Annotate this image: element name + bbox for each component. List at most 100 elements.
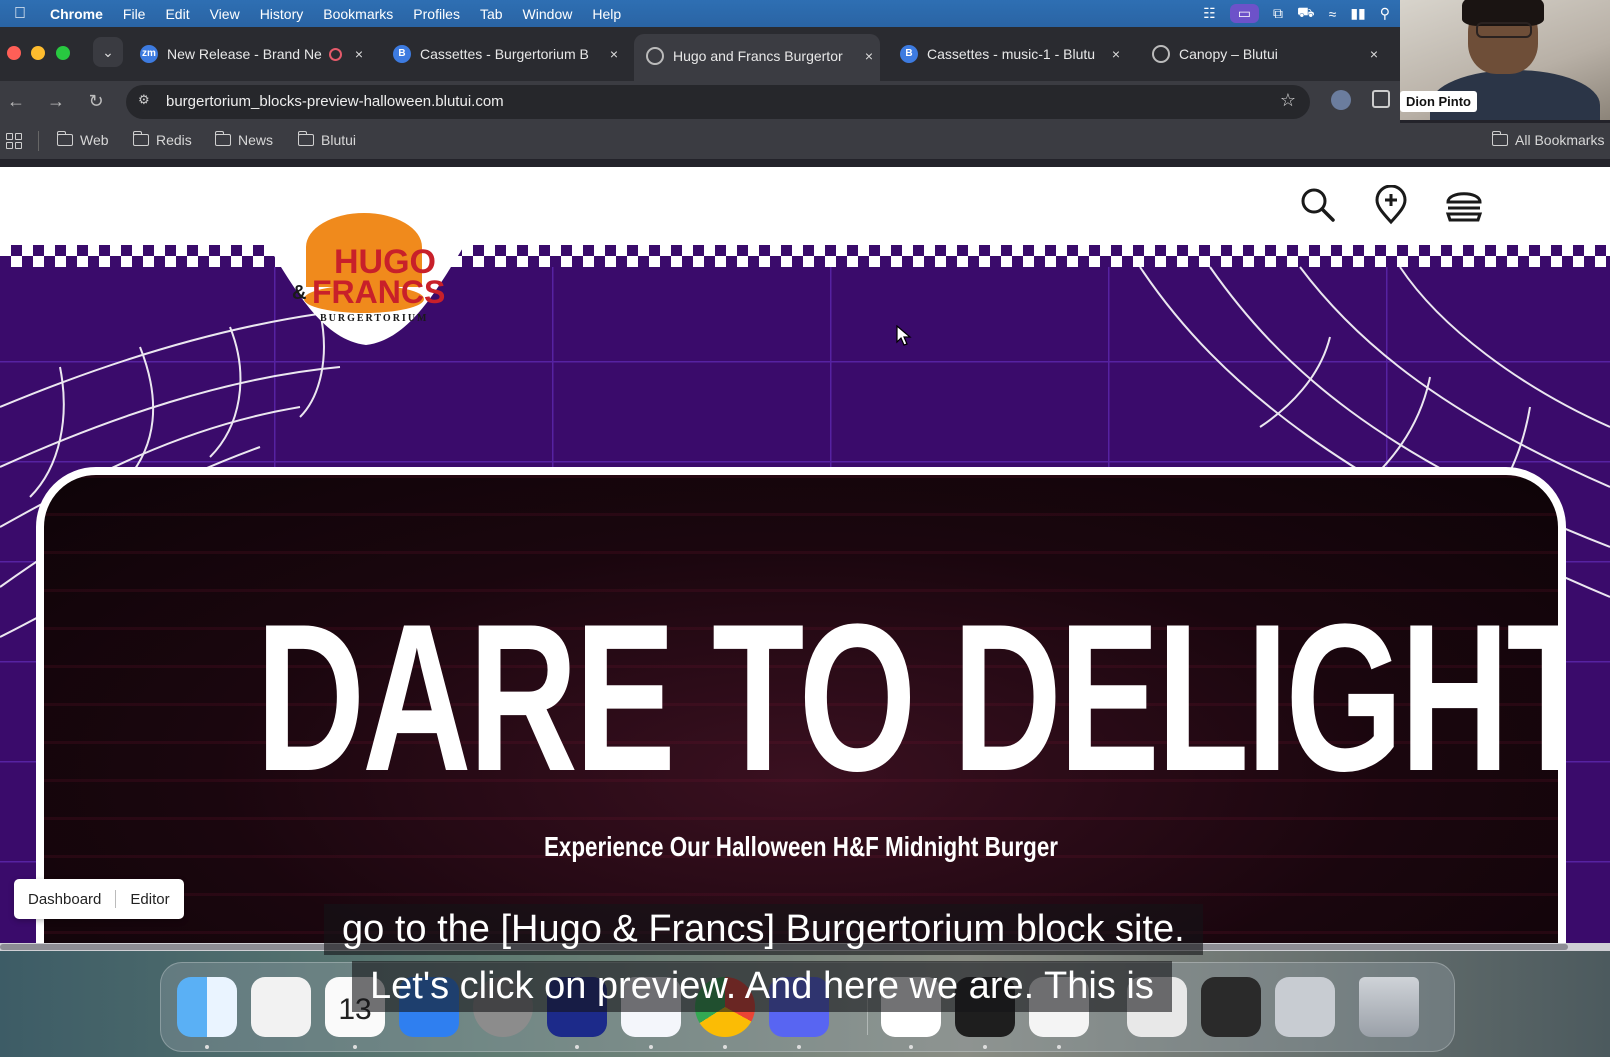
tab-new-release[interactable]: zm New Release - Brand Ne × (140, 40, 370, 68)
apps-grid-icon[interactable] (6, 133, 22, 149)
menu-view[interactable]: View (200, 6, 250, 22)
tab-hugo-and-francs-active[interactable]: Hugo and Francs Burgertor × (634, 34, 880, 81)
bookmark-folder-blutui[interactable]: Blutui (297, 131, 357, 148)
presenter-glasses (1476, 22, 1532, 38)
menu-help[interactable]: Help (582, 6, 631, 22)
tab-close-icon[interactable]: × (603, 46, 625, 62)
hero-subtitle: Experience Our Halloween H&F Midnight Bu… (543, 831, 1059, 862)
url-text[interactable]: burgertorium_blocks-preview-halloween.bl… (166, 93, 504, 110)
tab-title: Canopy – Blutui (1179, 46, 1278, 62)
blutui-favicon-icon: B (393, 45, 411, 63)
subtitle-line-2: Let's click on preview. And here we are.… (352, 961, 1172, 1012)
bookmark-label: News (238, 132, 274, 148)
forward-arrow-icon[interactable]: → (44, 89, 68, 113)
folder-icon (297, 131, 314, 146)
chrome-tabstrip: ⌄ zm New Release - Brand Ne × B Cassette… (0, 27, 1400, 81)
tab-close-icon[interactable]: × (348, 46, 370, 62)
bookmarks-bar: Web Redis News Blutui All Bookmarks (0, 123, 1610, 159)
running-indicator (909, 1045, 913, 1049)
tab-cassettes-burgertorium[interactable]: B Cassettes - Burgertorium B × (393, 40, 625, 68)
bookmark-folder-redis[interactable]: Redis (132, 131, 192, 148)
tab-close-icon[interactable]: × (858, 48, 880, 64)
mouse-cursor-icon (896, 325, 912, 346)
subtitle-line-1: go to the [Hugo & Francs] Burgertorium b… (324, 904, 1203, 955)
menu-profiles[interactable]: Profiles (403, 6, 470, 22)
window-zoom-button[interactable] (56, 46, 70, 60)
folder-icon (1491, 131, 1508, 146)
control-center-icon[interactable]: ☷ (1203, 5, 1216, 22)
minimized-window-icon[interactable] (1201, 977, 1261, 1037)
bookmarks-divider (38, 131, 39, 151)
menu-edit[interactable]: Edit (155, 6, 199, 22)
folder-icon (214, 131, 231, 146)
spotlight-search-icon[interactable]: ⚲ (1380, 5, 1390, 22)
window-close-button[interactable] (7, 46, 21, 60)
bookmark-label: Web (80, 132, 109, 148)
minimized-chrome-window-icon[interactable] (1275, 977, 1335, 1037)
hero-banner: DARE TO DELIGHT Experience Our Halloween… (36, 467, 1566, 943)
dashboard-button[interactable]: Dashboard (14, 891, 115, 908)
tab-title: New Release - Brand Ne (167, 46, 322, 62)
webcam-name-label: Dion Pinto (1400, 91, 1477, 112)
site-settings-icon[interactable]: ⚙ (138, 92, 156, 110)
bookmark-star-icon[interactable]: ☆ (1280, 90, 1296, 111)
bookmark-folder-news[interactable]: News (214, 131, 274, 148)
menu-app-chrome[interactable]: Chrome (40, 6, 113, 22)
folder-icon (132, 131, 149, 146)
running-indicator (797, 1045, 801, 1049)
car-icon[interactable]: ⛟ (1297, 4, 1315, 23)
menu-tab[interactable]: Tab (470, 6, 513, 22)
menu-bookmarks[interactable]: Bookmarks (313, 6, 403, 22)
editor-button[interactable]: Editor (116, 891, 183, 908)
back-arrow-icon[interactable]: ← (4, 89, 28, 113)
all-bookmarks-button[interactable]: All Bookmarks (1491, 131, 1605, 148)
hugo-francs-logo[interactable]: HUGO & FRANCS BURGERTORIUM (206, 207, 526, 357)
running-indicator (575, 1045, 579, 1049)
menubar-status-area: ☷ ▭ ⧉ ⛟ ≈ ▮▮ ⚲ (1203, 0, 1390, 27)
running-indicator (205, 1045, 209, 1049)
globe-favicon-icon (1152, 45, 1170, 63)
admin-toolbar: Dashboard Editor (14, 879, 184, 919)
menu-file[interactable]: File (113, 6, 156, 22)
zoom-favicon-icon: zm (140, 45, 158, 63)
tab-search-chevron-icon[interactable]: ⌄ (93, 37, 123, 67)
bookmark-label: All Bookmarks (1515, 132, 1605, 148)
bookmark-folder-web[interactable]: Web (56, 131, 109, 148)
logo-ampersand: & (292, 282, 306, 304)
apple-menu-icon[interactable]:  (0, 5, 40, 23)
tab-title: Hugo and Francs Burgertor (673, 47, 843, 64)
running-indicator (649, 1045, 653, 1049)
finder-icon[interactable] (177, 977, 237, 1037)
macos-menubar:  Chrome File Edit View History Bookmark… (0, 0, 1400, 27)
address-bar[interactable]: ⚙ burgertorium_blocks-preview-halloween.… (126, 85, 1310, 119)
folder-icon (56, 131, 73, 146)
blutui-favicon-icon: B (900, 45, 918, 63)
recording-indicator-icon (329, 47, 342, 61)
wifi-icon[interactable]: ≈ (1329, 6, 1337, 22)
launchpad-icon[interactable] (251, 977, 311, 1037)
reload-icon[interactable]: ↻ (84, 89, 108, 113)
tab-title: Cassettes - music-1 - Blutu (927, 46, 1096, 62)
hero-title: DARE TO DELIGHT (255, 580, 1566, 815)
window-minimize-button[interactable] (31, 46, 45, 60)
running-indicator (353, 1045, 357, 1049)
logo-text-francs: FRANCS (312, 274, 445, 310)
extensions-puzzle-icon[interactable] (1372, 90, 1390, 108)
tab-canopy-blutui[interactable]: Canopy – Blutui × (1152, 40, 1385, 68)
website-viewport: HUGO & FRANCS BURGERTORIUM DARE TO DELIG… (0, 167, 1610, 943)
extension-icon[interactable] (1331, 90, 1351, 110)
tab-close-icon[interactable]: × (1105, 46, 1127, 62)
tab-title: Cassettes - Burgertorium B (420, 46, 589, 62)
running-indicator (1057, 1045, 1061, 1049)
bookmark-label: Blutui (321, 132, 357, 148)
running-indicator (723, 1045, 727, 1049)
screen-share-icon[interactable]: ▭ (1229, 4, 1259, 23)
globe-favicon-icon (646, 46, 664, 65)
tab-cassettes-music[interactable]: B Cassettes - music-1 - Blutu × (900, 40, 1127, 68)
tab-close-icon[interactable]: × (1363, 46, 1385, 62)
menu-history[interactable]: History (250, 6, 314, 22)
mirroring-icon[interactable]: ⧉ (1273, 5, 1283, 22)
trash-icon[interactable] (1359, 977, 1419, 1037)
battery-icon[interactable]: ▮▮ (1350, 5, 1365, 22)
menu-window[interactable]: Window (513, 6, 583, 22)
